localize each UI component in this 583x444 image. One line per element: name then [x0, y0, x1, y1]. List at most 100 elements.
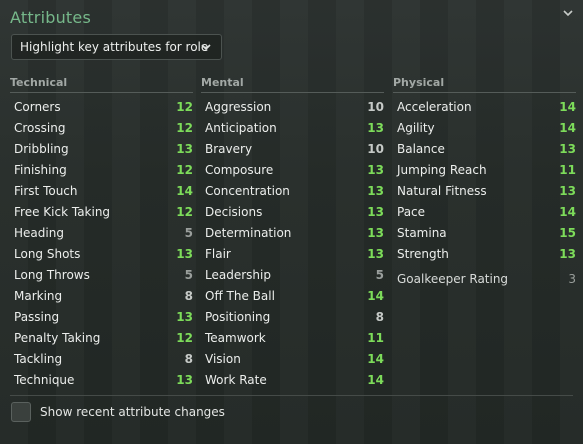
attribute-label: Passing: [14, 309, 60, 324]
attribute-row[interactable]: Determination 13: [201, 222, 384, 243]
attribute-label: Heading: [14, 225, 64, 240]
attribute-label: Flair: [205, 246, 231, 261]
attribute-value: 11: [559, 162, 576, 177]
attribute-value: 12: [176, 162, 193, 177]
checkbox-label: Show recent attribute changes: [40, 405, 225, 419]
attribute-label: Crossing: [14, 120, 66, 135]
attribute-value: 5: [375, 267, 384, 282]
attribute-row[interactable]: Free Kick Taking 12: [10, 201, 193, 222]
attribute-label: First Touch: [14, 183, 78, 198]
attribute-value: 13: [559, 141, 576, 156]
attribute-row[interactable]: Technique 13: [10, 369, 193, 390]
divider: [10, 395, 573, 396]
attribute-row[interactable]: Teamwork 11: [201, 327, 384, 348]
attribute-row[interactable]: Pace 14: [393, 201, 576, 222]
mental-column: Mental Aggression 10 Anticipation 13 Bravery…: [201, 75, 384, 390]
attribute-row[interactable]: Aggression 10: [201, 96, 384, 117]
attribute-value: 13: [367, 246, 384, 261]
attribute-label: Leadership: [205, 267, 271, 282]
attribute-value: 15: [559, 225, 576, 240]
attribute-row[interactable]: Off The Ball 14: [201, 285, 384, 306]
attribute-value: 13: [367, 183, 384, 198]
attribute-label: Off The Ball: [205, 288, 275, 303]
technical-header: Technical: [10, 76, 68, 89]
attribute-label: Agility: [397, 120, 435, 135]
attribute-value: 14: [367, 351, 384, 366]
attribute-row[interactable]: Flair 13: [201, 243, 384, 264]
attribute-row[interactable]: Marking 8: [10, 285, 193, 306]
attribute-value: 13: [367, 162, 384, 177]
attribute-label: Long Shots: [14, 246, 81, 261]
attribute-row[interactable]: Penalty Taking 12: [10, 327, 193, 348]
attribute-label: Teamwork: [205, 330, 266, 345]
attribute-label: Anticipation: [205, 120, 277, 135]
attribute-row[interactable]: Stamina 15: [393, 222, 576, 243]
attribute-row[interactable]: Anticipation 13: [201, 117, 384, 138]
attribute-row[interactable]: Jumping Reach 11: [393, 159, 576, 180]
attribute-value: 14: [367, 372, 384, 387]
recent-changes-toggle[interactable]: Show recent attribute changes: [11, 402, 225, 422]
attribute-label: Long Throws: [14, 267, 90, 282]
attribute-row[interactable]: Acceleration 14: [393, 96, 576, 117]
attribute-row[interactable]: Concentration 13: [201, 180, 384, 201]
attribute-value: 10: [367, 141, 384, 156]
attribute-row[interactable]: Long Throws 5: [10, 264, 193, 285]
attribute-label: Dribbling: [14, 141, 69, 156]
attribute-label: Decisions: [205, 204, 263, 219]
recent-changes-checkbox[interactable]: [11, 402, 31, 422]
attribute-label: Acceleration: [397, 99, 472, 114]
attribute-row[interactable]: Vision 14: [201, 348, 384, 369]
attribute-label: Positioning: [205, 309, 271, 324]
attribute-label: Tackling: [14, 351, 63, 366]
attribute-row[interactable]: Natural Fitness 13: [393, 180, 576, 201]
attribute-value: 14: [559, 204, 576, 219]
goalkeeper-rating-row[interactable]: Goalkeeper Rating 3: [393, 268, 576, 289]
attribute-label: Concentration: [205, 183, 290, 198]
attribute-value: 14: [176, 183, 193, 198]
attribute-row[interactable]: Positioning 8: [201, 306, 384, 327]
attribute-row[interactable]: Dribbling 13: [10, 138, 193, 159]
attribute-row[interactable]: Leadership 5: [201, 264, 384, 285]
attribute-value: 8: [184, 288, 193, 303]
attribute-label: Composure: [205, 162, 274, 177]
attribute-row[interactable]: Finishing 12: [10, 159, 193, 180]
attribute-label: Jumping Reach: [397, 162, 487, 177]
attribute-row[interactable]: Long Shots 13: [10, 243, 193, 264]
attribute-label: Marking: [14, 288, 63, 303]
attribute-row[interactable]: Corners 12: [10, 96, 193, 117]
attribute-value: 13: [176, 246, 193, 261]
attribute-row[interactable]: Heading 5: [10, 222, 193, 243]
attribute-value: 13: [559, 246, 576, 261]
attribute-row[interactable]: Strength 13: [393, 243, 576, 264]
attribute-value: 12: [176, 99, 193, 114]
attribute-row[interactable]: Decisions 13: [201, 201, 384, 222]
dropdown-label: Highlight key attributes for role: [20, 40, 209, 54]
attribute-value: 11: [367, 330, 384, 345]
attribute-row[interactable]: Tackling 8: [10, 348, 193, 369]
attribute-row[interactable]: Balance 13: [393, 138, 576, 159]
highlight-role-dropdown[interactable]: Highlight key attributes for role: [11, 34, 222, 60]
attribute-value: 13: [559, 183, 576, 198]
attribute-label: Corners: [14, 99, 61, 114]
attribute-value: 5: [184, 225, 193, 240]
attribute-value: 5: [184, 267, 193, 282]
attribute-value: 14: [559, 120, 576, 135]
attribute-row[interactable]: Composure 13: [201, 159, 384, 180]
attribute-value: 8: [184, 351, 193, 366]
attribute-label: Technique: [14, 372, 75, 387]
attribute-label: Goalkeeper Rating: [397, 271, 509, 286]
attribute-value: 12: [176, 204, 193, 219]
attribute-value: 14: [367, 288, 384, 303]
attribute-label: Determination: [205, 225, 292, 240]
attribute-row[interactable]: Bravery 10: [201, 138, 384, 159]
attribute-value: 13: [367, 225, 384, 240]
attribute-row[interactable]: Work Rate 14: [201, 369, 384, 390]
chevron-down-icon[interactable]: [561, 6, 575, 20]
attribute-row[interactable]: Agility 14: [393, 117, 576, 138]
divider: [201, 92, 384, 93]
attribute-row[interactable]: Passing 13: [10, 306, 193, 327]
attribute-value: 8: [375, 309, 384, 324]
attribute-row[interactable]: First Touch 14: [10, 180, 193, 201]
attribute-row[interactable]: Crossing 12: [10, 117, 193, 138]
attribute-value: 12: [176, 330, 193, 345]
